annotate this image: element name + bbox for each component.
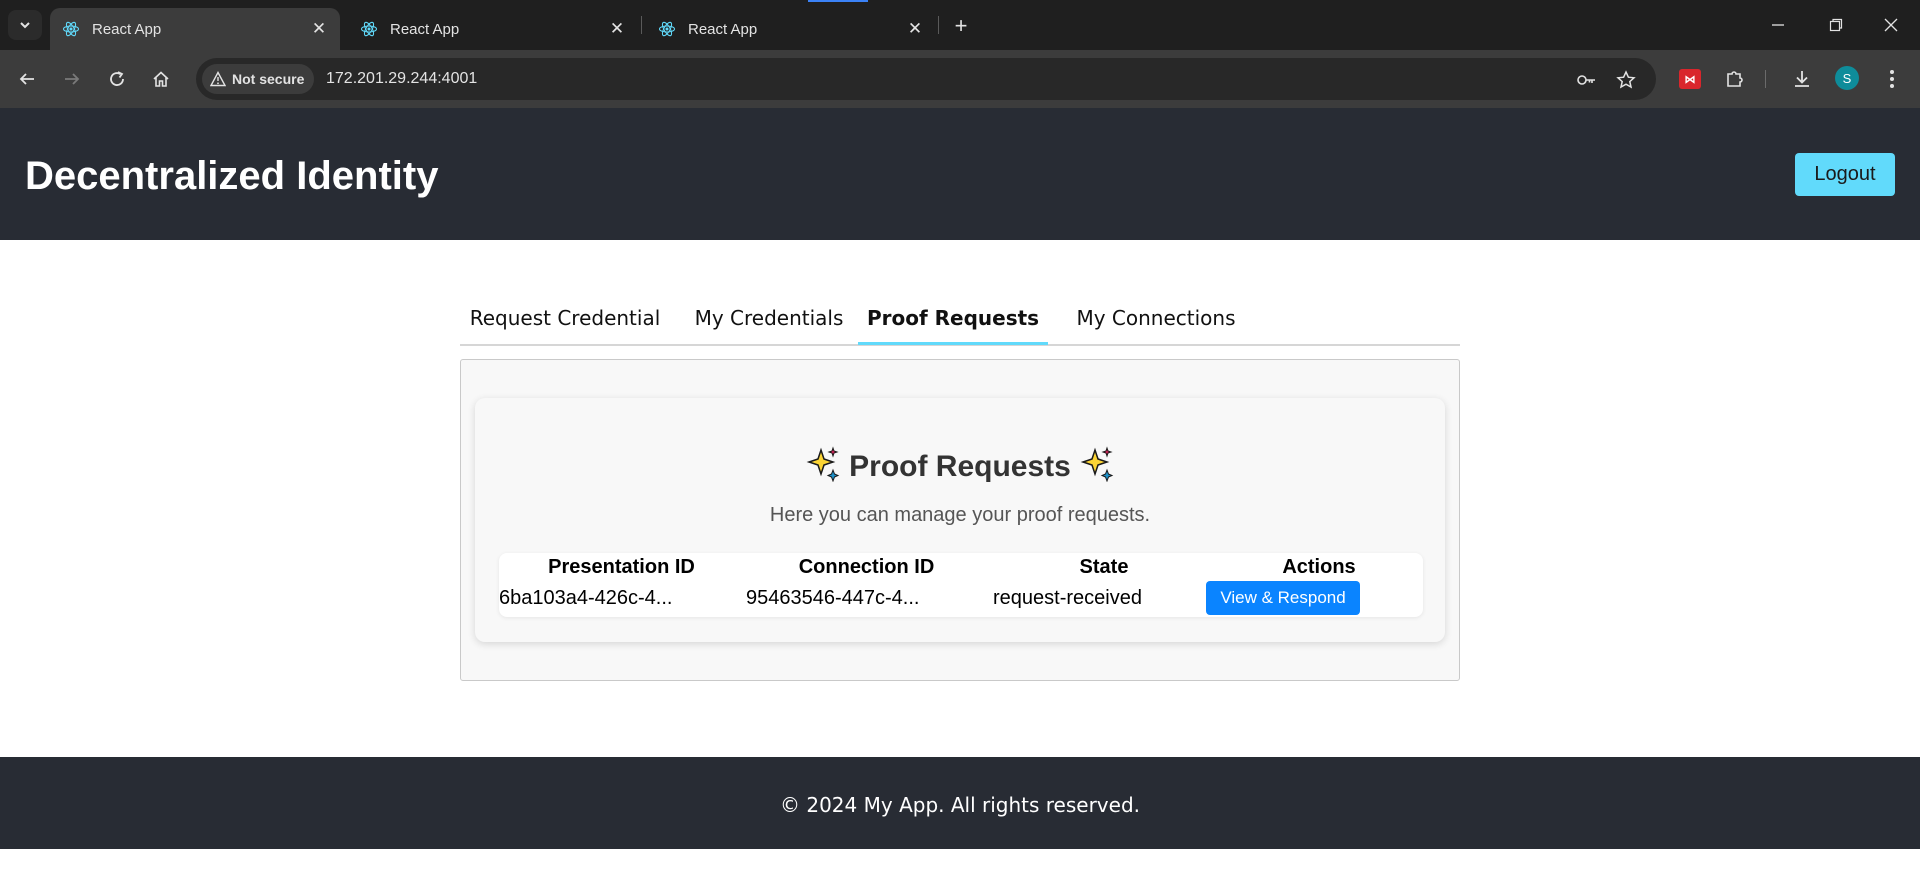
close-tab-icon[interactable]: ✕ <box>308 18 330 40</box>
view-respond-button[interactable]: View & Respond <box>1206 581 1360 615</box>
close-tab-icon[interactable]: ✕ <box>606 18 628 40</box>
url-text[interactable]: 172.201.29.244:4001 <box>326 70 477 88</box>
tab-title: React App <box>92 20 162 38</box>
back-button[interactable] <box>12 64 42 94</box>
extensions-puzzle-icon[interactable] <box>1721 65 1749 93</box>
nav-tabs: Request Credential My Credentials Proof … <box>460 290 1460 346</box>
profile-avatar[interactable]: S <box>1835 66 1859 90</box>
tab-my-credentials[interactable]: My Credentials <box>684 290 854 346</box>
security-label: Not secure <box>232 71 305 87</box>
new-tab-button[interactable]: + <box>947 12 975 40</box>
extension-red-icon[interactable]: ⋈ <box>1676 65 1704 93</box>
tab-indicator <box>808 0 868 2</box>
sparkles-icon <box>806 446 840 482</box>
home-icon <box>153 71 169 87</box>
app-header: Decentralized Identity Logout <box>0 108 1920 240</box>
close-tab-icon[interactable]: ✕ <box>904 18 926 40</box>
tab-request-credential[interactable]: Request Credential <box>460 290 670 346</box>
page-subtitle: Here you can manage your proof requests. <box>769 504 1151 526</box>
tab-proof-requests[interactable]: Proof Requests <box>858 290 1048 346</box>
presentation-id-cell: 6ba103a4-426c-4... <box>499 587 673 609</box>
footer-text: © 2024 My App. All rights reserved. <box>780 793 1140 817</box>
app-footer: © 2024 My App. All rights reserved. <box>0 757 1920 849</box>
reload-button[interactable] <box>102 64 132 94</box>
minimize-icon <box>1772 24 1784 26</box>
react-icon <box>658 20 676 38</box>
column-header-connection-id: Connection ID <box>798 556 935 578</box>
column-header-presentation-id: Presentation ID <box>548 556 695 578</box>
tab-separator <box>641 16 642 34</box>
home-button[interactable] <box>146 64 176 94</box>
browser-tab-2[interactable]: React App ✕ <box>348 8 638 50</box>
minimize-button[interactable] <box>1749 0 1807 50</box>
restore-button[interactable] <box>1807 0 1865 50</box>
app-title: Decentralized Identity <box>25 154 439 198</box>
tab-search-button[interactable] <box>8 10 42 40</box>
logout-button[interactable]: Logout <box>1795 153 1895 196</box>
close-window-button[interactable] <box>1862 0 1920 50</box>
restore-icon <box>1829 18 1843 32</box>
column-header-state: State <box>1079 556 1129 578</box>
tab-title: React App <box>688 20 758 38</box>
column-header-actions: Actions <box>1282 556 1356 578</box>
tab-separator <box>938 16 939 34</box>
warning-icon <box>210 71 226 87</box>
browser-tab-3[interactable]: React App ✕ <box>646 8 936 50</box>
key-icon[interactable] <box>1574 68 1598 92</box>
state-cell: request-received <box>993 587 1142 609</box>
react-icon <box>360 20 378 38</box>
tab-title: React App <box>390 20 460 38</box>
download-icon[interactable] <box>1788 65 1816 93</box>
browser-tabstrip: React App ✕ React App ✕ React App ✕ + <box>0 0 1920 50</box>
chevron-down-icon <box>20 22 30 29</box>
forward-button[interactable] <box>57 64 87 94</box>
bookmark-star-icon[interactable] <box>1614 68 1638 92</box>
browser-toolbar: Not secure 172.201.29.244:4001 ⋈ <box>0 50 1920 108</box>
content-panel: Proof Requests Here you can manage your … <box>460 359 1460 681</box>
connection-id-cell: 95463546-447c-4... <box>746 587 920 609</box>
proof-requests-table: Presentation ID Connection ID State Acti… <box>499 553 1423 617</box>
sparkles-icon <box>1080 446 1114 482</box>
proof-requests-card: Proof Requests Here you can manage your … <box>475 398 1445 642</box>
address-bar[interactable]: Not secure 172.201.29.244:4001 <box>196 58 1656 100</box>
toolbar-divider <box>1765 70 1766 88</box>
close-icon <box>1884 18 1898 32</box>
site-info-button[interactable]: Not secure <box>202 64 315 94</box>
active-tab-indicator <box>858 342 1048 345</box>
reload-icon <box>110 71 124 86</box>
page-title: Proof Requests <box>475 446 1445 484</box>
arrow-left-icon <box>19 73 34 85</box>
tab-my-connections[interactable]: My Connections <box>1058 290 1254 346</box>
more-menu-icon[interactable] <box>1878 65 1906 93</box>
arrow-right-icon <box>65 73 80 85</box>
browser-tab-1[interactable]: React App ✕ <box>50 8 340 50</box>
react-icon <box>62 20 80 38</box>
page-title-text: Proof Requests <box>849 450 1071 483</box>
